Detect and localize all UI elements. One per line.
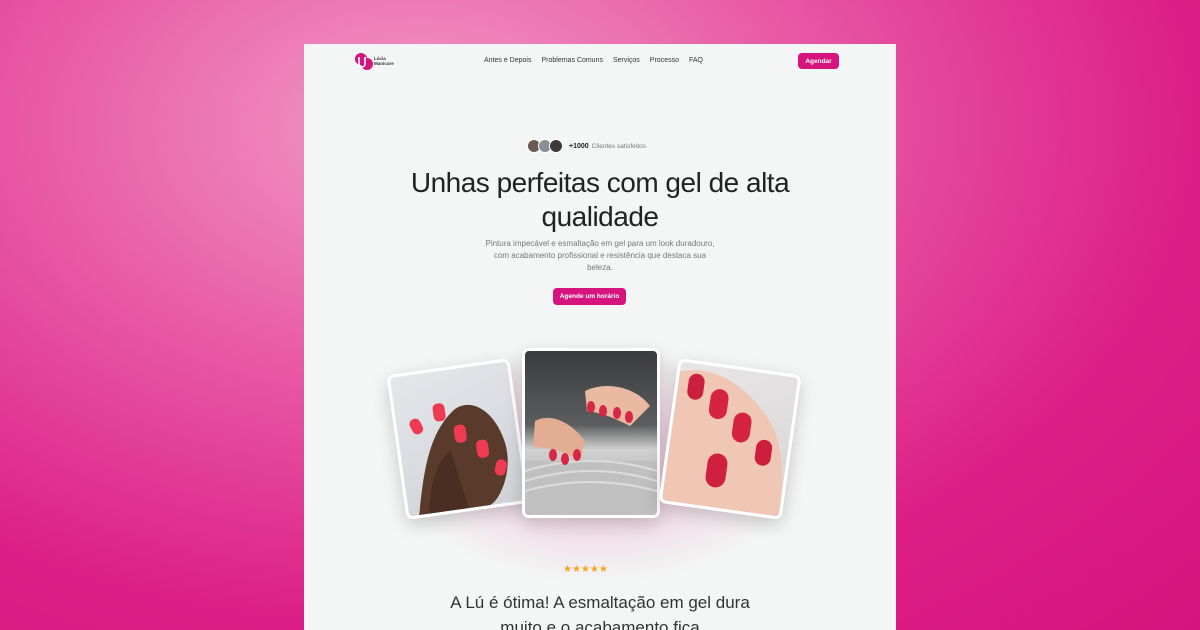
nav-item-processo[interactable]: Processo	[650, 57, 679, 64]
nav-item-problemas[interactable]: Problemas Comuns	[541, 57, 602, 64]
logo-mark-icon	[355, 53, 373, 70]
nail-photo-center	[522, 348, 660, 518]
main-menu: Antes e Depois Problemas Comuns Serviços…	[484, 57, 703, 64]
proof-count: +1000	[569, 142, 589, 150]
book-button[interactable]: Agendar	[798, 53, 839, 69]
star-icon: ★★★★★	[563, 564, 608, 575]
hero-subtitle: Pintura impecável e esmaltação em gel pa…	[485, 239, 715, 272]
nail-photo-right	[658, 358, 802, 520]
hero-title: Unhas perfeitas com gel de alta qualidad…	[410, 167, 790, 232]
closeup-nails-image	[661, 370, 782, 517]
nav-item-servicos[interactable]: Serviços	[613, 57, 640, 64]
top-nav: Lúcia Manicure Antes e Depois Problemas …	[304, 44, 896, 80]
avatar-group	[527, 139, 563, 153]
nav-item-faq[interactable]: FAQ	[689, 57, 703, 64]
proof-label: Clientes satisfeitos	[591, 142, 646, 150]
brand-logo[interactable]: Lúcia Manicure	[354, 51, 394, 73]
logo-text-line2: Manicure	[374, 61, 394, 66]
testimonial-quote: A Lú é ótima! A esmaltação em gel dura m…	[450, 593, 750, 630]
schedule-button[interactable]: Agende um horário	[553, 288, 626, 305]
logo-text: Lúcia Manicure	[374, 56, 394, 66]
rating-stars: ★★★★★	[563, 564, 608, 575]
social-proof: +1000 Clientes satisfeitos	[527, 139, 646, 153]
hand-image	[409, 403, 508, 516]
landing-page: Lúcia Manicure Antes e Depois Problemas …	[304, 44, 896, 630]
nail-photo-left	[386, 358, 530, 520]
avatar	[549, 139, 563, 153]
hands-on-towel-image	[525, 386, 657, 515]
nav-item-antes-depois[interactable]: Antes e Depois	[484, 57, 531, 64]
